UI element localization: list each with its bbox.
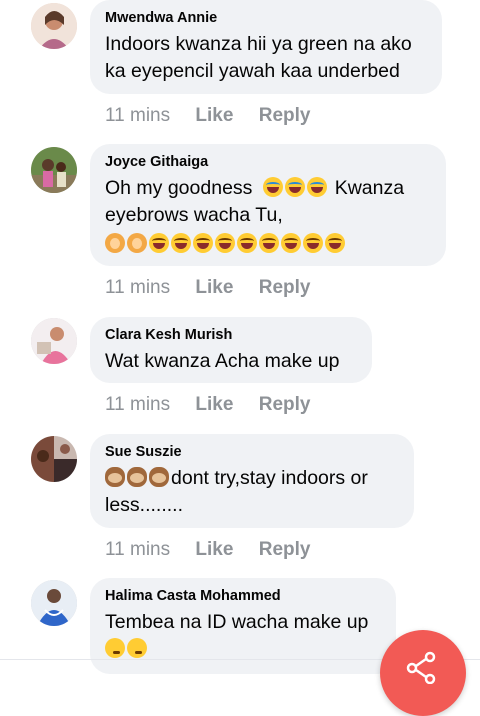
rofl-emoji-icon bbox=[303, 233, 323, 253]
comment-text: Indoors kwanza hii ya green na ako ka ey… bbox=[105, 33, 412, 82]
see-no-evil-monkey-emoji-icon bbox=[127, 467, 147, 487]
comment-time: 11 mins bbox=[105, 105, 171, 126]
comment-bubble: Clara Kesh Murish Wat kwanza Acha make u… bbox=[90, 317, 372, 383]
avatar[interactable] bbox=[31, 580, 77, 626]
comment-time: 11 mins bbox=[105, 394, 171, 415]
rofl-emoji-icon bbox=[171, 233, 191, 253]
emoji-row bbox=[105, 638, 381, 660]
like-button[interactable]: Like bbox=[195, 277, 233, 298]
comment-text-part: Oh my goodness bbox=[105, 177, 253, 199]
laugh-tears-emoji-icon bbox=[263, 177, 284, 197]
comment-time: 11 mins bbox=[105, 277, 171, 298]
laugh-tears-emoji-icon bbox=[285, 177, 306, 197]
rofl-emoji-icon bbox=[281, 233, 301, 253]
rofl-emoji-icon bbox=[259, 233, 279, 253]
comment-bubble: Mwendwa Annie Indoors kwanza hii ya gree… bbox=[90, 0, 442, 94]
emoji-row bbox=[105, 232, 431, 256]
share-fab-button[interactable] bbox=[380, 630, 466, 716]
comment-bubble: Sue Suszie dont try,stay indoors or less… bbox=[90, 434, 414, 528]
comment-meta: 11 mins Like Reply bbox=[105, 277, 330, 299]
comment-text: Oh my goodness Kwanza eyebrows wacha Tu, bbox=[105, 175, 431, 256]
comment-meta: 11 mins Like Reply bbox=[105, 539, 330, 561]
comment-text: Tembea na ID wacha make up bbox=[105, 611, 369, 633]
share-icon bbox=[406, 651, 436, 684]
like-button[interactable]: Like bbox=[195, 394, 233, 415]
rofl-emoji-icon bbox=[149, 233, 169, 253]
see-no-evil-monkey-emoji-icon bbox=[149, 467, 169, 487]
thinking-emoji-icon bbox=[127, 638, 147, 658]
like-button[interactable]: Like bbox=[195, 539, 233, 560]
avatar[interactable] bbox=[31, 318, 77, 364]
comment-author[interactable]: Halima Casta Mohammed bbox=[105, 587, 381, 605]
avatar[interactable] bbox=[31, 147, 77, 193]
rofl-emoji-icon bbox=[325, 233, 345, 253]
avatar[interactable] bbox=[31, 436, 77, 482]
see-no-evil-monkey-emoji-icon bbox=[105, 467, 125, 487]
comment-meta: 11 mins Like Reply bbox=[105, 105, 330, 127]
laugh-tears-emoji-icon bbox=[307, 177, 328, 197]
rofl-emoji-icon bbox=[237, 233, 257, 253]
comment-text: dont try,stay indoors or less........ bbox=[105, 465, 399, 519]
reply-button[interactable]: Reply bbox=[259, 394, 311, 415]
comment-meta: 11 mins Like Reply bbox=[105, 394, 330, 416]
comment-author[interactable]: Sue Suszie bbox=[105, 443, 399, 461]
woman-gesture-emoji-icon bbox=[105, 233, 125, 253]
comment-author[interactable]: Joyce Githaiga bbox=[105, 153, 431, 171]
reply-button[interactable]: Reply bbox=[259, 277, 311, 298]
woman-gesture-emoji-icon bbox=[127, 233, 147, 253]
comment-time: 11 mins bbox=[105, 539, 171, 560]
rofl-emoji-icon bbox=[193, 233, 213, 253]
comment-author[interactable]: Mwendwa Annie bbox=[105, 9, 427, 27]
like-button[interactable]: Like bbox=[195, 105, 233, 126]
comment-bubble: Joyce Githaiga Oh my goodness Kwanza eye… bbox=[90, 144, 446, 266]
thinking-emoji-icon bbox=[105, 638, 125, 658]
reply-button[interactable]: Reply bbox=[259, 539, 311, 560]
comment-text: Wat kwanza Acha make up bbox=[105, 350, 340, 372]
reply-button[interactable]: Reply bbox=[259, 105, 311, 126]
avatar[interactable] bbox=[31, 3, 77, 49]
comment-author[interactable]: Clara Kesh Murish bbox=[105, 326, 357, 344]
rofl-emoji-icon bbox=[215, 233, 235, 253]
